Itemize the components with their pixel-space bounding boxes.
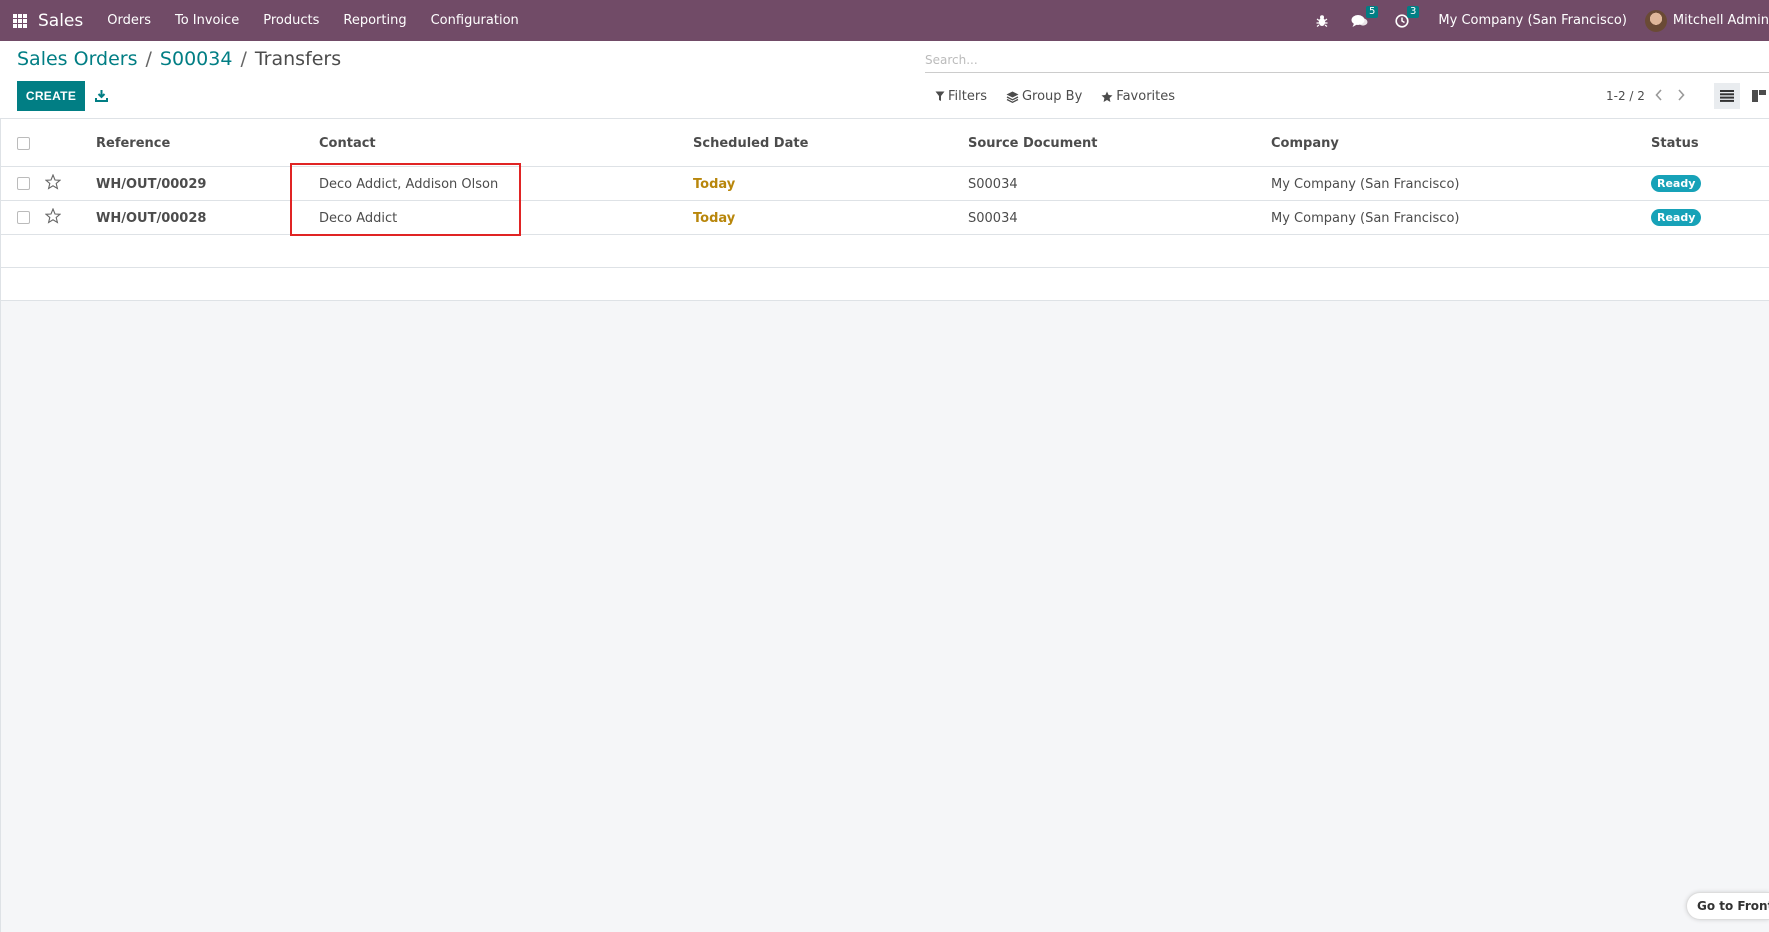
user-name: Mitchell Admin — [1672, 13, 1769, 28]
row-checkbox[interactable] — [17, 177, 30, 190]
layers-icon — [1006, 91, 1019, 103]
clock-icon[interactable]: 3 — [1395, 5, 1420, 28]
column-source-document[interactable]: Source Document — [968, 136, 1098, 151]
column-company[interactable]: Company — [1271, 136, 1339, 151]
activities-badge: 3 — [1407, 5, 1420, 18]
app-name[interactable]: Sales — [38, 11, 83, 31]
star-icon — [1101, 91, 1113, 102]
column-status[interactable]: Status — [1651, 136, 1699, 151]
messages-badge: 5 — [1366, 5, 1379, 18]
empty-row — [1, 235, 1769, 268]
breadcrumb-sales-orders[interactable]: Sales Orders — [17, 48, 138, 70]
breadcrumb-separator: / — [145, 48, 152, 70]
cell-scheduled-date: Today — [693, 177, 736, 192]
apps-icon[interactable] — [13, 13, 27, 28]
chevron-right-icon[interactable] — [1676, 88, 1686, 106]
kanban-view-icon[interactable] — [1748, 83, 1769, 109]
list-table: Reference Contact Scheduled Date Source … — [1, 119, 1769, 301]
cell-contact: Deco Addict — [319, 211, 398, 226]
cell-reference: WH/OUT/00029 — [96, 177, 207, 192]
menu-products[interactable]: Products — [251, 0, 331, 41]
breadcrumb-separator: / — [240, 48, 247, 70]
breadcrumb-current: Transfers — [254, 48, 342, 70]
column-scheduled-date[interactable]: Scheduled Date — [693, 136, 808, 151]
search-input[interactable] — [925, 47, 1769, 72]
avatar — [1644, 9, 1667, 32]
cell-company: My Company (San Francisco) — [1271, 211, 1460, 226]
content-area: Reference Contact Scheduled Date Source … — [0, 118, 1769, 932]
cell-source-document: S00034 — [968, 211, 1018, 226]
create-button[interactable]: CREATE — [17, 81, 85, 111]
table-row[interactable]: WH/OUT/00029 Deco Addict, Addison Olson … — [1, 167, 1769, 201]
cell-company: My Company (San Francisco) — [1271, 177, 1460, 192]
cell-reference: WH/OUT/00028 — [96, 211, 207, 226]
chevron-left-icon[interactable] — [1654, 88, 1664, 106]
breadcrumb: Sales Orders / S00034 / Transfers — [17, 48, 341, 70]
groupby-label: Group By — [1021, 89, 1083, 104]
search-options: Filters Group By Favorites — [935, 89, 1194, 104]
column-contact[interactable]: Contact — [319, 136, 376, 151]
menu-configuration[interactable]: Configuration — [419, 0, 531, 41]
column-reference[interactable]: Reference — [96, 136, 170, 151]
cell-contact: Deco Addict, Addison Olson — [319, 177, 499, 192]
bug-icon[interactable] — [1316, 14, 1328, 27]
top-navbar: Sales Orders To Invoice Products Reporti… — [0, 0, 1769, 41]
filters-label: Filters — [948, 89, 987, 104]
table-header: Reference Contact Scheduled Date Source … — [1, 119, 1769, 167]
cell-scheduled-date: Today — [693, 211, 736, 226]
menu-to-invoice[interactable]: To Invoice — [163, 0, 251, 41]
star-icon[interactable] — [44, 173, 62, 194]
goto-frontend-button[interactable]: Go to Frontend — [1686, 892, 1769, 920]
pager-value[interactable]: 1-2 / 2 — [1606, 89, 1645, 103]
table-row[interactable]: WH/OUT/00028 Deco Addict Today S00034 My… — [1, 201, 1769, 235]
favorites-label: Favorites — [1116, 89, 1176, 104]
menu-orders[interactable]: Orders — [95, 0, 163, 41]
favorites-button[interactable]: Favorites — [1101, 89, 1175, 104]
filter-icon — [935, 91, 945, 101]
chat-icon[interactable]: 5 — [1351, 5, 1379, 28]
status-badge: Ready — [1651, 175, 1702, 192]
star-icon[interactable] — [44, 207, 62, 228]
groupby-button[interactable]: Group By — [1006, 89, 1082, 104]
navbar-systray: 5 3 My Company (San Francisco) Mitchell … — [1307, 0, 1769, 41]
select-all-checkbox[interactable] — [17, 137, 30, 150]
menu-reporting[interactable]: Reporting — [331, 0, 418, 41]
user-menu[interactable]: Mitchell Admin — [1644, 9, 1769, 32]
list-view-icon[interactable] — [1714, 83, 1740, 109]
status-badge: Ready — [1651, 209, 1702, 226]
filters-button[interactable]: Filters — [935, 89, 987, 104]
row-checkbox[interactable] — [17, 211, 30, 224]
search-bar — [925, 47, 1769, 73]
breadcrumb-order[interactable]: S00034 — [160, 48, 233, 70]
company-switcher[interactable]: My Company (San Francisco) — [1438, 13, 1626, 28]
download-icon[interactable] — [93, 85, 109, 105]
cell-source-document: S00034 — [968, 177, 1018, 192]
